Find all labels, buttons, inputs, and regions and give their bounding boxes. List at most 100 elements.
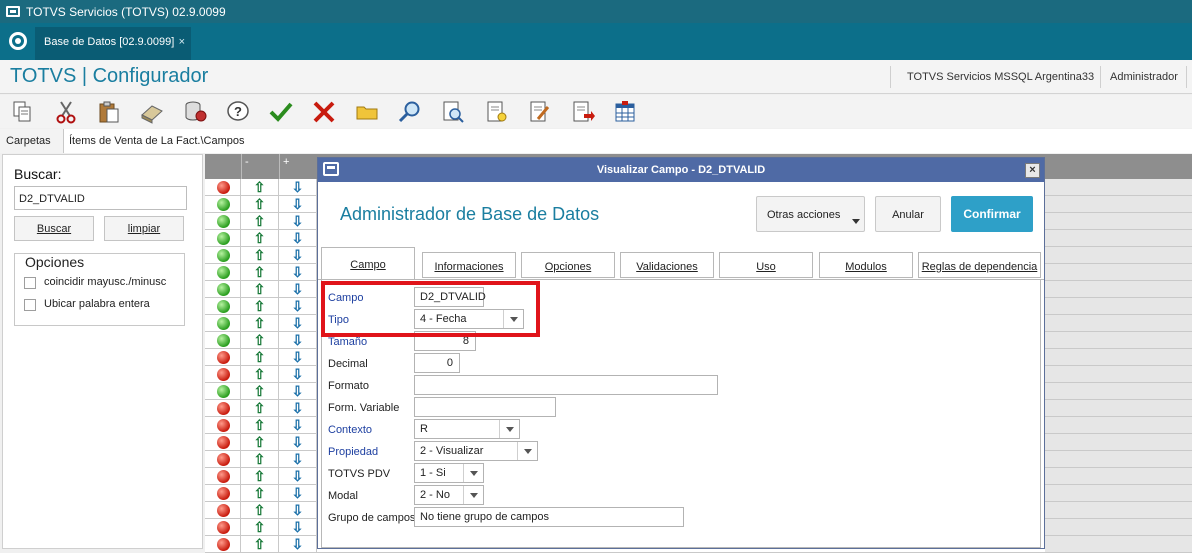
decimal-field[interactable]: 0 — [414, 353, 460, 373]
database-icon[interactable] — [182, 99, 208, 125]
move-down-icon[interactable]: ⇩ — [279, 315, 317, 331]
move-up-icon[interactable]: ⇧ — [241, 281, 279, 297]
move-up-icon[interactable]: ⇧ — [241, 247, 279, 263]
move-down-icon[interactable]: ⇩ — [279, 230, 317, 246]
move-down-icon[interactable]: ⇩ — [279, 213, 317, 229]
confirm-check-icon[interactable] — [268, 99, 294, 125]
contexto-select[interactable]: R — [414, 419, 520, 439]
move-down-icon[interactable]: ⇩ — [279, 468, 317, 484]
tab-opciones[interactable]: Opciones — [521, 252, 615, 278]
green-status-icon — [217, 249, 230, 262]
move-down-icon[interactable]: ⇩ — [279, 332, 317, 348]
app-title: TOTVS | Configurador — [10, 65, 209, 87]
form-variable-field[interactable] — [414, 397, 556, 417]
whole-word-checkbox[interactable] — [24, 299, 36, 311]
move-down-icon[interactable]: ⇩ — [279, 298, 317, 314]
user-name[interactable]: Administrador — [1110, 71, 1178, 83]
move-down-icon[interactable]: ⇩ — [279, 536, 317, 552]
red-status-icon — [217, 453, 230, 466]
move-up-icon[interactable]: ⇧ — [241, 315, 279, 331]
search-button[interactable]: Buscar — [14, 216, 94, 241]
move-down-icon[interactable]: ⇩ — [279, 485, 317, 501]
row-cell — [1045, 417, 1192, 433]
move-up-icon[interactable]: ⇧ — [241, 519, 279, 535]
export-document-icon[interactable] — [569, 99, 595, 125]
move-down-icon[interactable]: ⇩ — [279, 366, 317, 382]
folder-icon[interactable] — [354, 99, 380, 125]
move-down-icon[interactable]: ⇩ — [279, 417, 317, 433]
tab-base-de-datos[interactable]: Base de Datos [02.9.0099] × — [35, 27, 191, 60]
dialog-title: Visualizar Campo - D2_DTVALID — [596, 164, 766, 176]
folders-path[interactable]: Ítems de Venta de La Fact.\Campos — [63, 129, 1192, 153]
tab-close-icon[interactable]: × — [179, 36, 185, 48]
move-up-icon[interactable]: ⇧ — [241, 298, 279, 314]
move-down-icon[interactable]: ⇩ — [279, 349, 317, 365]
move-up-icon[interactable]: ⇧ — [241, 434, 279, 450]
move-up-icon[interactable]: ⇧ — [241, 485, 279, 501]
search-icon[interactable] — [397, 99, 423, 125]
move-down-icon[interactable]: ⇩ — [279, 281, 317, 297]
tamano-label: Tamaño — [328, 336, 368, 348]
copy-icon[interactable] — [10, 99, 36, 125]
move-up-icon[interactable]: ⇧ — [241, 400, 279, 416]
move-up-icon[interactable]: ⇧ — [241, 451, 279, 467]
help-icon[interactable]: ? — [225, 99, 251, 125]
tab-campo[interactable]: Campo — [321, 247, 415, 280]
move-down-icon[interactable]: ⇩ — [279, 247, 317, 263]
search-input[interactable]: D2_DTVALID — [14, 186, 187, 210]
move-down-icon[interactable]: ⇩ — [279, 502, 317, 518]
move-up-icon[interactable]: ⇧ — [241, 213, 279, 229]
other-actions-button[interactable]: Otras acciones — [756, 196, 865, 232]
paste-icon[interactable] — [96, 99, 122, 125]
move-up-icon[interactable]: ⇧ — [241, 366, 279, 382]
move-up-icon[interactable]: ⇧ — [241, 383, 279, 399]
tab-validaciones[interactable]: Validaciones — [620, 252, 714, 278]
cancel-x-icon[interactable] — [311, 99, 337, 125]
move-up-icon[interactable]: ⇧ — [241, 196, 279, 212]
cancel-button[interactable]: Anular — [875, 196, 941, 232]
new-document-icon[interactable] — [483, 99, 509, 125]
preview-icon[interactable] — [440, 99, 466, 125]
move-down-icon[interactable]: ⇩ — [279, 519, 317, 535]
confirm-button[interactable]: Confirmar — [951, 196, 1033, 232]
move-down-icon[interactable]: ⇩ — [279, 434, 317, 450]
move-up-icon[interactable]: ⇧ — [241, 179, 279, 195]
move-down-icon[interactable]: ⇩ — [279, 383, 317, 399]
move-up-icon[interactable]: ⇧ — [241, 264, 279, 280]
tab-informaciones[interactable]: Informaciones — [422, 252, 516, 278]
edit-document-icon[interactable] — [526, 99, 552, 125]
move-down-icon[interactable]: ⇩ — [279, 400, 317, 416]
propiedad-select[interactable]: 2 - Visualizar — [414, 441, 538, 461]
move-down-icon[interactable]: ⇩ — [279, 264, 317, 280]
tab-reglas-dependencia[interactable]: Reglas de dependencia — [918, 252, 1041, 278]
tab-uso[interactable]: Uso — [719, 252, 813, 278]
totvs-pdv-select[interactable]: 1 - Si — [414, 463, 484, 483]
move-up-icon[interactable]: ⇧ — [241, 332, 279, 348]
move-up-icon[interactable]: ⇧ — [241, 230, 279, 246]
modal-select[interactable]: 2 - No — [414, 485, 484, 505]
cut-icon[interactable] — [53, 99, 79, 125]
eraser-icon[interactable] — [139, 99, 165, 125]
match-case-checkbox[interactable] — [24, 277, 36, 289]
dialog-close-icon[interactable]: × — [1025, 163, 1040, 178]
dialog-header: Administrador de Base de Datos Otras acc… — [318, 182, 1044, 245]
move-down-icon[interactable]: ⇩ — [279, 196, 317, 212]
server-name[interactable]: TOTVS Servicios MSSQL Argentina33 — [907, 71, 1094, 83]
move-down-icon[interactable]: ⇩ — [279, 179, 317, 195]
expand-header[interactable]: + — [279, 154, 317, 179]
grupo-campos-field[interactable]: No tiene grupo de campos — [414, 507, 684, 527]
move-up-icon[interactable]: ⇧ — [241, 349, 279, 365]
home-icon[interactable] — [9, 32, 27, 50]
table-icon[interactable] — [612, 99, 638, 125]
move-up-icon[interactable]: ⇧ — [241, 417, 279, 433]
clear-button-label: limpiar — [127, 223, 161, 235]
collapse-header[interactable]: - — [241, 154, 279, 179]
move-down-icon[interactable]: ⇩ — [279, 451, 317, 467]
clear-button[interactable]: limpiar — [104, 216, 184, 241]
tab-modulos[interactable]: Modulos — [819, 252, 913, 278]
contexto-label: Contexto — [328, 424, 373, 436]
move-up-icon[interactable]: ⇧ — [241, 502, 279, 518]
move-up-icon[interactable]: ⇧ — [241, 468, 279, 484]
move-up-icon[interactable]: ⇧ — [241, 536, 279, 552]
formato-field[interactable] — [414, 375, 718, 395]
